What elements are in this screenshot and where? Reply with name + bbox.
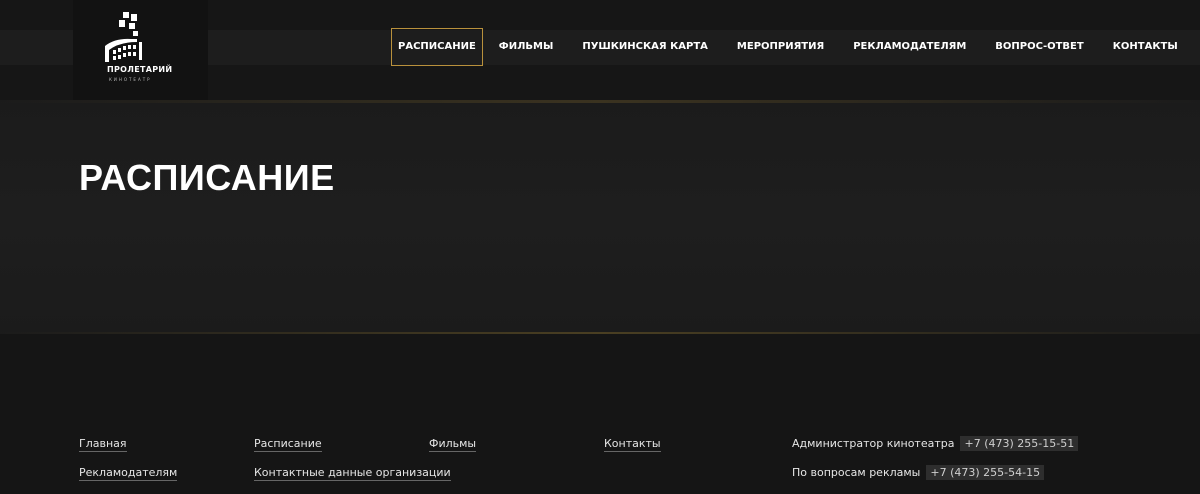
- logo-name: ПРОЛЕТАРИЙ: [107, 65, 173, 74]
- hero-top-divider: [0, 100, 1200, 103]
- nav-item-films[interactable]: ФИЛЬМЫ: [492, 28, 561, 66]
- site-header: ПРОЛЕТАРИЙ КИНОТЕАТР РАСПИСАНИЕ ФИЛЬМЫ П…: [0, 0, 1200, 100]
- hero-section: РАСПИСАНИЕ: [0, 100, 1200, 334]
- contact-admin-label: Администратор кинотеатра: [792, 437, 955, 450]
- nav-item-events[interactable]: МЕРОПРИЯТИЯ: [730, 28, 831, 66]
- main-nav: РАСПИСАНИЕ ФИЛЬМЫ ПУШКИНСКАЯ КАРТА МЕРОП…: [391, 28, 1200, 66]
- nav-item-schedule[interactable]: РАСПИСАНИЕ: [391, 28, 483, 66]
- logo-icon: [105, 12, 142, 62]
- nav-item-contacts[interactable]: КОНТАКТЫ: [1106, 28, 1185, 66]
- page-title: РАСПИСАНИЕ: [79, 157, 335, 198]
- footer-link-schedule[interactable]: Расписание: [254, 437, 322, 452]
- contact-advertising: По вопросам рекламы +7 (473) 255-54-15: [792, 465, 1045, 480]
- contact-advertising-phone[interactable]: +7 (473) 255-54-15: [926, 465, 1045, 480]
- contact-admin-phone[interactable]: +7 (473) 255-15-51: [960, 436, 1079, 451]
- site-footer: Главная Расписание Фильмы Контакты Рекла…: [0, 334, 1200, 494]
- logo-subtitle: КИНОТЕАТР: [109, 77, 152, 82]
- footer-link-advertisers[interactable]: Рекламодателям: [79, 466, 178, 481]
- footer-link-films[interactable]: Фильмы: [429, 437, 477, 452]
- nav-item-advertisers[interactable]: РЕКЛАМОДАТЕЛЯМ: [846, 28, 973, 66]
- contact-admin: Администратор кинотеатра +7 (473) 255-15…: [792, 436, 1079, 451]
- nav-item-faq[interactable]: ВОПРОС-ОТВЕТ: [988, 28, 1090, 66]
- footer-link-org-contacts[interactable]: Контактные данные организации: [254, 466, 451, 481]
- nav-item-pushkin-card[interactable]: ПУШКИНСКАЯ КАРТА: [575, 28, 715, 66]
- footer-link-home[interactable]: Главная: [79, 437, 127, 452]
- contact-advertising-label: По вопросам рекламы: [792, 466, 921, 479]
- logo-link[interactable]: ПРОЛЕТАРИЙ КИНОТЕАТР: [73, 0, 208, 100]
- footer-link-contacts[interactable]: Контакты: [604, 437, 661, 452]
